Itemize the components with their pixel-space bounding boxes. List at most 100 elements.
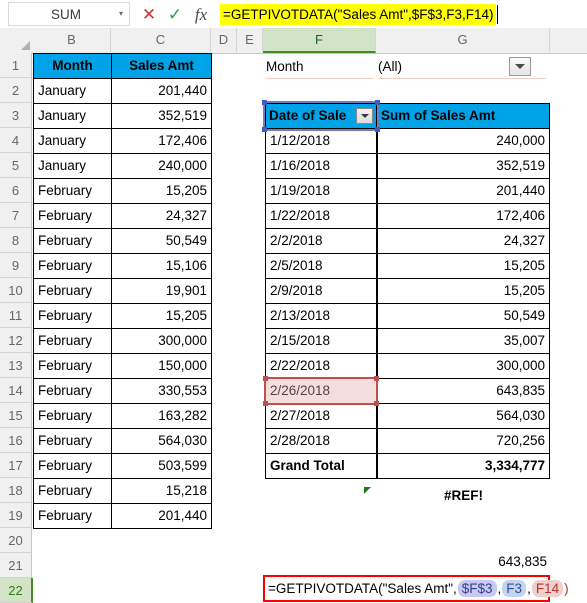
row-header-14[interactable]: 14 xyxy=(0,378,32,403)
chevron-down-icon[interactable]: ▾ xyxy=(113,10,129,18)
row-header-10[interactable]: 10 xyxy=(0,278,32,303)
lookup-result-value[interactable]: 643,835 xyxy=(377,549,547,574)
pivot-cell-amount[interactable]: 720,256 xyxy=(377,428,550,454)
pivot-cell-date[interactable]: 2/15/2018 xyxy=(265,328,377,354)
source-cell-month[interactable]: February xyxy=(33,328,112,354)
row-header-1[interactable]: 1 xyxy=(0,53,32,78)
source-cell-amount[interactable]: 240,000 xyxy=(111,153,212,179)
source-cell-amount[interactable]: 172,406 xyxy=(111,128,212,154)
source-cell-month[interactable]: February xyxy=(33,253,112,279)
pivot-field-filter-icon[interactable] xyxy=(356,108,373,124)
row-header-5[interactable]: 5 xyxy=(0,153,32,178)
formula-input[interactable]: =GETPIVOTDATA("Sales Amt",$F$3,F3,F14) xyxy=(220,3,498,25)
pivot-grand-total-label[interactable]: Grand Total xyxy=(265,453,377,479)
formula-edit-cell[interactable]: =GETPIVOTDATA("Sales Amt", $F$3 , F3 , F… xyxy=(263,575,569,602)
row-header-12[interactable]: 12 xyxy=(0,328,32,353)
source-cell-amount[interactable]: 201,440 xyxy=(111,503,212,529)
source-header-month[interactable]: Month xyxy=(33,53,112,79)
pivot-cell-date[interactable]: 1/12/2018 xyxy=(265,128,377,154)
insert-function-icon[interactable]: fx xyxy=(188,2,214,26)
row-header-16[interactable]: 16 xyxy=(0,428,32,453)
pivot-cell-date[interactable]: 2/27/2018 xyxy=(265,403,377,429)
column-header-e[interactable]: E xyxy=(237,28,263,52)
row-header-20[interactable]: 20 xyxy=(0,528,32,553)
pivot-cell-date[interactable]: 2/9/2018 xyxy=(265,278,377,304)
pivot-cell-amount[interactable]: 15,205 xyxy=(377,253,550,279)
source-cell-month[interactable]: January xyxy=(33,103,112,129)
source-cell-amount[interactable]: 50,549 xyxy=(111,228,212,254)
source-cell-amount[interactable]: 150,000 xyxy=(111,353,212,379)
pivot-cell-amount[interactable]: 15,205 xyxy=(377,278,550,304)
source-cell-amount[interactable]: 564,030 xyxy=(111,428,212,454)
row-header-2[interactable]: 2 xyxy=(0,78,32,103)
row-header-9[interactable]: 9 xyxy=(0,253,32,278)
source-cell-amount[interactable]: 201,440 xyxy=(111,78,212,104)
source-cell-amount[interactable]: 15,106 xyxy=(111,253,212,279)
pivot-cell-date[interactable]: 2/28/2018 xyxy=(265,428,377,454)
source-cell-amount[interactable]: 15,205 xyxy=(111,178,212,204)
source-cell-month[interactable]: February xyxy=(33,278,112,304)
pivot-cell-date[interactable]: 2/13/2018 xyxy=(265,303,377,329)
pivot-cell-amount[interactable]: 172,406 xyxy=(377,203,550,229)
source-cell-amount[interactable]: 503,599 xyxy=(111,453,212,479)
source-cell-month[interactable]: February xyxy=(33,203,112,229)
row-header-15[interactable]: 15 xyxy=(0,403,32,428)
enter-check-icon[interactable]: ✓ xyxy=(162,2,188,26)
source-cell-month[interactable]: February xyxy=(33,378,112,404)
row-header-13[interactable]: 13 xyxy=(0,353,32,378)
source-cell-month[interactable]: February xyxy=(33,453,112,479)
pivot-cell-date[interactable]: 1/19/2018 xyxy=(265,178,377,204)
pivot-filter-dropdown-icon[interactable] xyxy=(509,57,531,76)
pivot-cell-date[interactable]: 2/22/2018 xyxy=(265,353,377,379)
source-cell-month[interactable]: February xyxy=(33,478,112,504)
source-cell-month[interactable]: February xyxy=(33,303,112,329)
source-cell-amount[interactable]: 163,282 xyxy=(111,403,212,429)
pivot-cell-amount[interactable]: 201,440 xyxy=(377,178,550,204)
row-header-8[interactable]: 8 xyxy=(0,228,32,253)
pivot-cell-amount[interactable]: 643,835 xyxy=(377,378,550,404)
row-header-17[interactable]: 17 xyxy=(0,453,32,478)
row-header-22[interactable]: 22 xyxy=(0,578,33,603)
pivot-cell-amount[interactable]: 50,549 xyxy=(377,303,550,329)
source-header-sales-amt[interactable]: Sales Amt xyxy=(111,53,212,79)
column-header-c[interactable]: C xyxy=(111,28,211,52)
source-cell-amount[interactable]: 19,901 xyxy=(111,278,212,304)
source-cell-amount[interactable]: 300,000 xyxy=(111,328,212,354)
pivot-header-sum-of-sales-amt[interactable]: Sum of Sales Amt xyxy=(377,103,550,129)
source-cell-month[interactable]: February xyxy=(33,228,112,254)
column-header-d[interactable]: D xyxy=(211,28,237,52)
pivot-cell-date[interactable]: 1/22/2018 xyxy=(265,203,377,229)
column-header-h[interactable] xyxy=(550,28,587,52)
pivot-cell-date[interactable]: 2/5/2018 xyxy=(265,253,377,279)
source-cell-month[interactable]: February xyxy=(33,178,112,204)
pivot-filter-label[interactable]: Month xyxy=(266,55,374,79)
source-cell-amount[interactable]: 24,327 xyxy=(111,203,212,229)
source-cell-month[interactable]: February xyxy=(33,403,112,429)
pivot-cell-amount[interactable]: 352,519 xyxy=(377,153,550,179)
source-cell-month[interactable]: February xyxy=(33,428,112,454)
column-header-f[interactable]: F xyxy=(263,28,376,53)
source-cell-month[interactable]: February xyxy=(33,353,112,379)
pivot-cell-date[interactable]: 1/16/2018 xyxy=(265,153,377,179)
row-header-19[interactable]: 19 xyxy=(0,503,32,528)
pivot-cell-date[interactable]: 2/26/2018 xyxy=(265,378,377,404)
source-cell-amount[interactable]: 15,205 xyxy=(111,303,212,329)
name-box[interactable]: SUM ▾ xyxy=(8,2,130,26)
select-all-corner[interactable] xyxy=(0,28,34,52)
row-header-7[interactable]: 7 xyxy=(0,203,32,228)
row-header-11[interactable]: 11 xyxy=(0,303,32,328)
row-header-6[interactable]: 6 xyxy=(0,178,32,203)
source-cell-month[interactable]: January xyxy=(33,78,112,104)
pivot-cell-amount[interactable]: 300,000 xyxy=(377,353,550,379)
row-header-18[interactable]: 18 xyxy=(0,478,32,503)
pivot-cell-amount[interactable]: 564,030 xyxy=(377,403,550,429)
source-cell-amount[interactable]: 352,519 xyxy=(111,103,212,129)
row-header-4[interactable]: 4 xyxy=(0,128,32,153)
cancel-icon[interactable]: ✕ xyxy=(136,2,162,26)
source-cell-amount[interactable]: 15,218 xyxy=(111,478,212,504)
row-header-3[interactable]: 3 xyxy=(0,103,32,128)
pivot-grand-total-value[interactable]: 3,334,777 xyxy=(377,453,550,479)
column-header-g[interactable]: G xyxy=(376,28,550,52)
column-header-b[interactable]: B xyxy=(33,28,111,52)
pivot-cell-date[interactable]: 2/2/2018 xyxy=(265,228,377,254)
